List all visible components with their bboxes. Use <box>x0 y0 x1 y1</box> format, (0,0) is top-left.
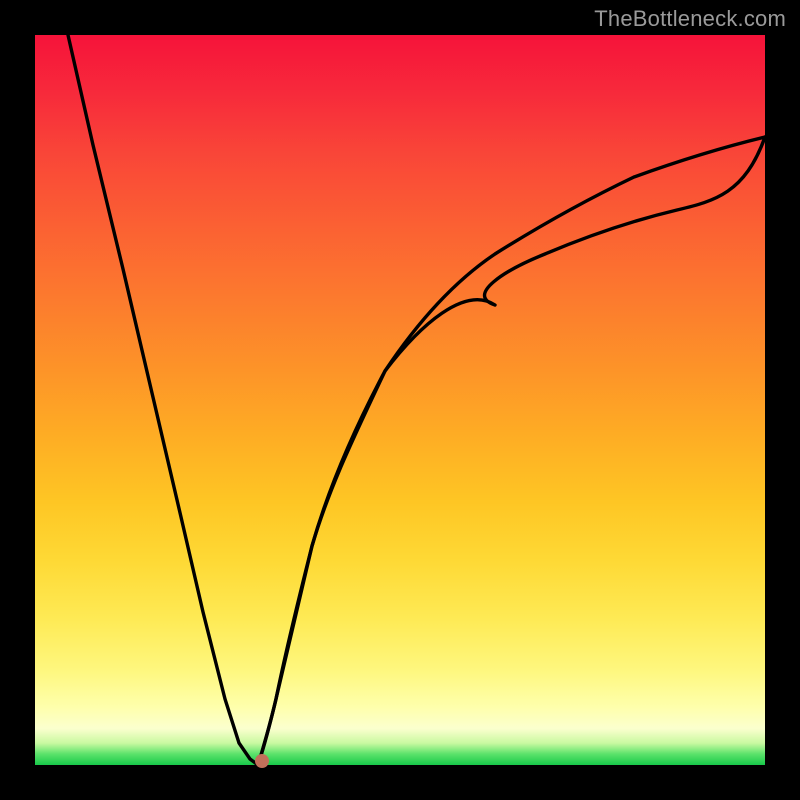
minimum-marker <box>255 754 269 768</box>
plot-area <box>35 35 765 765</box>
curve-left-branch <box>68 35 258 765</box>
chart-frame: TheBottleneck.com <box>0 0 800 800</box>
curve-right-branch <box>258 137 765 765</box>
bottleneck-curve <box>35 35 765 765</box>
watermark-text: TheBottleneck.com <box>594 6 786 32</box>
curve-right-branch-smooth <box>258 137 765 765</box>
